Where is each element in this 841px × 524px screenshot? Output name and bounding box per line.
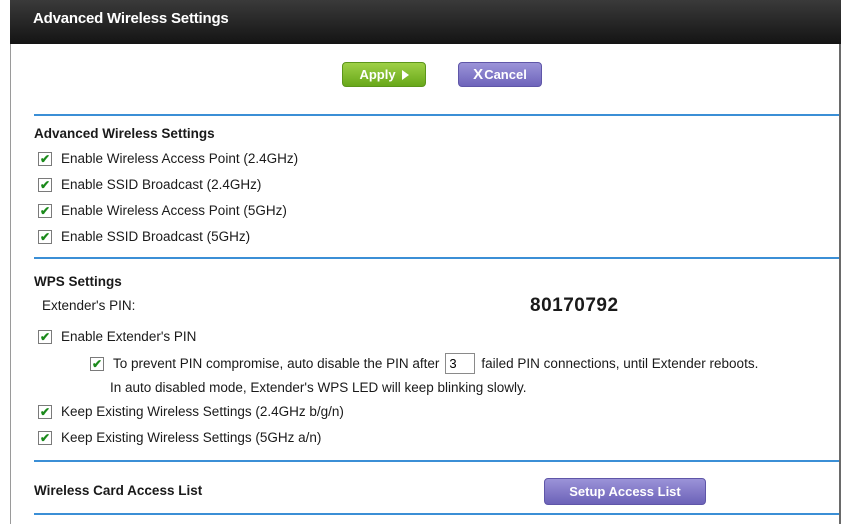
page-title: Advanced Wireless Settings xyxy=(10,0,841,44)
keep-settings-24-checkbox[interactable]: ✔ xyxy=(38,404,52,419)
enable-ap-24-checkbox[interactable]: ✔ xyxy=(38,151,52,166)
enable-ap-5-label: Enable Wireless Access Point (5GHz) xyxy=(61,203,287,218)
play-arrow-icon xyxy=(401,69,409,80)
enable-ap-5-checkbox[interactable]: ✔ xyxy=(38,203,52,218)
enable-ssid-5-row[interactable]: ✔ Enable SSID Broadcast (5GHz) xyxy=(38,229,250,244)
keep-settings-5-row[interactable]: ✔ Keep Existing Wireless Settings (5GHz … xyxy=(38,430,321,445)
cancel-label: Cancel xyxy=(484,67,527,82)
failed-attempts-input[interactable] xyxy=(445,353,476,374)
section-divider xyxy=(34,460,839,462)
keep-settings-24-row[interactable]: ✔ Keep Existing Wireless Settings (2.4GH… xyxy=(38,404,344,419)
section-divider xyxy=(34,114,839,116)
cancel-button[interactable]: X Cancel xyxy=(458,62,542,87)
access-list-title: Wireless Card Access List xyxy=(34,483,203,498)
enable-pin-row[interactable]: ✔ Enable Extender's PIN xyxy=(38,329,196,344)
pin-autodisable-text-after: failed PIN connections, until Extender r… xyxy=(481,356,759,371)
keep-settings-5-label: Keep Existing Wireless Settings (5GHz a/… xyxy=(61,430,322,445)
close-icon: X xyxy=(473,66,484,83)
extender-pin-label: Extender's PIN: xyxy=(42,298,136,313)
enable-ssid-24-row[interactable]: ✔ Enable SSID Broadcast (2.4GHz) xyxy=(38,177,261,192)
enable-ssid-5-label: Enable SSID Broadcast (5GHz) xyxy=(61,229,251,244)
enable-pin-label: Enable Extender's PIN xyxy=(61,329,197,344)
enable-pin-checkbox[interactable]: ✔ xyxy=(38,329,52,344)
enable-ap-24-label: Enable Wireless Access Point (2.4GHz) xyxy=(61,151,299,166)
panel-left-border xyxy=(10,44,11,524)
enable-ssid-24-checkbox[interactable]: ✔ xyxy=(38,177,52,192)
section-divider xyxy=(34,257,839,259)
keep-settings-24-label: Keep Existing Wireless Settings (2.4GHz … xyxy=(61,404,344,419)
section-divider xyxy=(34,513,839,515)
enable-ssid-5-checkbox[interactable]: ✔ xyxy=(38,229,52,244)
enable-ap-5-row[interactable]: ✔ Enable Wireless Access Point (5GHz) xyxy=(38,203,287,218)
pin-autodisable-checkbox[interactable]: ✔ xyxy=(90,356,104,371)
enable-ap-24-row[interactable]: ✔ Enable Wireless Access Point (2.4GHz) xyxy=(38,151,298,166)
advanced-section-title: Advanced Wireless Settings xyxy=(34,126,215,141)
keep-settings-5-checkbox[interactable]: ✔ xyxy=(38,430,52,445)
auto-disabled-note: In auto disabled mode, Extender's WPS LE… xyxy=(110,380,527,395)
apply-button[interactable]: Apply xyxy=(342,62,426,87)
pin-autodisable-row: ✔ To prevent PIN compromise, auto disabl… xyxy=(90,353,758,374)
extender-pin-value: 80170792 xyxy=(530,295,619,316)
enable-ssid-24-label: Enable SSID Broadcast (2.4GHz) xyxy=(61,177,262,192)
wps-section-title: WPS Settings xyxy=(34,274,122,289)
setup-access-list-button[interactable]: Setup Access List xyxy=(544,478,706,505)
apply-label: Apply xyxy=(359,67,396,82)
pin-autodisable-text-before: To prevent PIN compromise, auto disable … xyxy=(113,356,440,371)
